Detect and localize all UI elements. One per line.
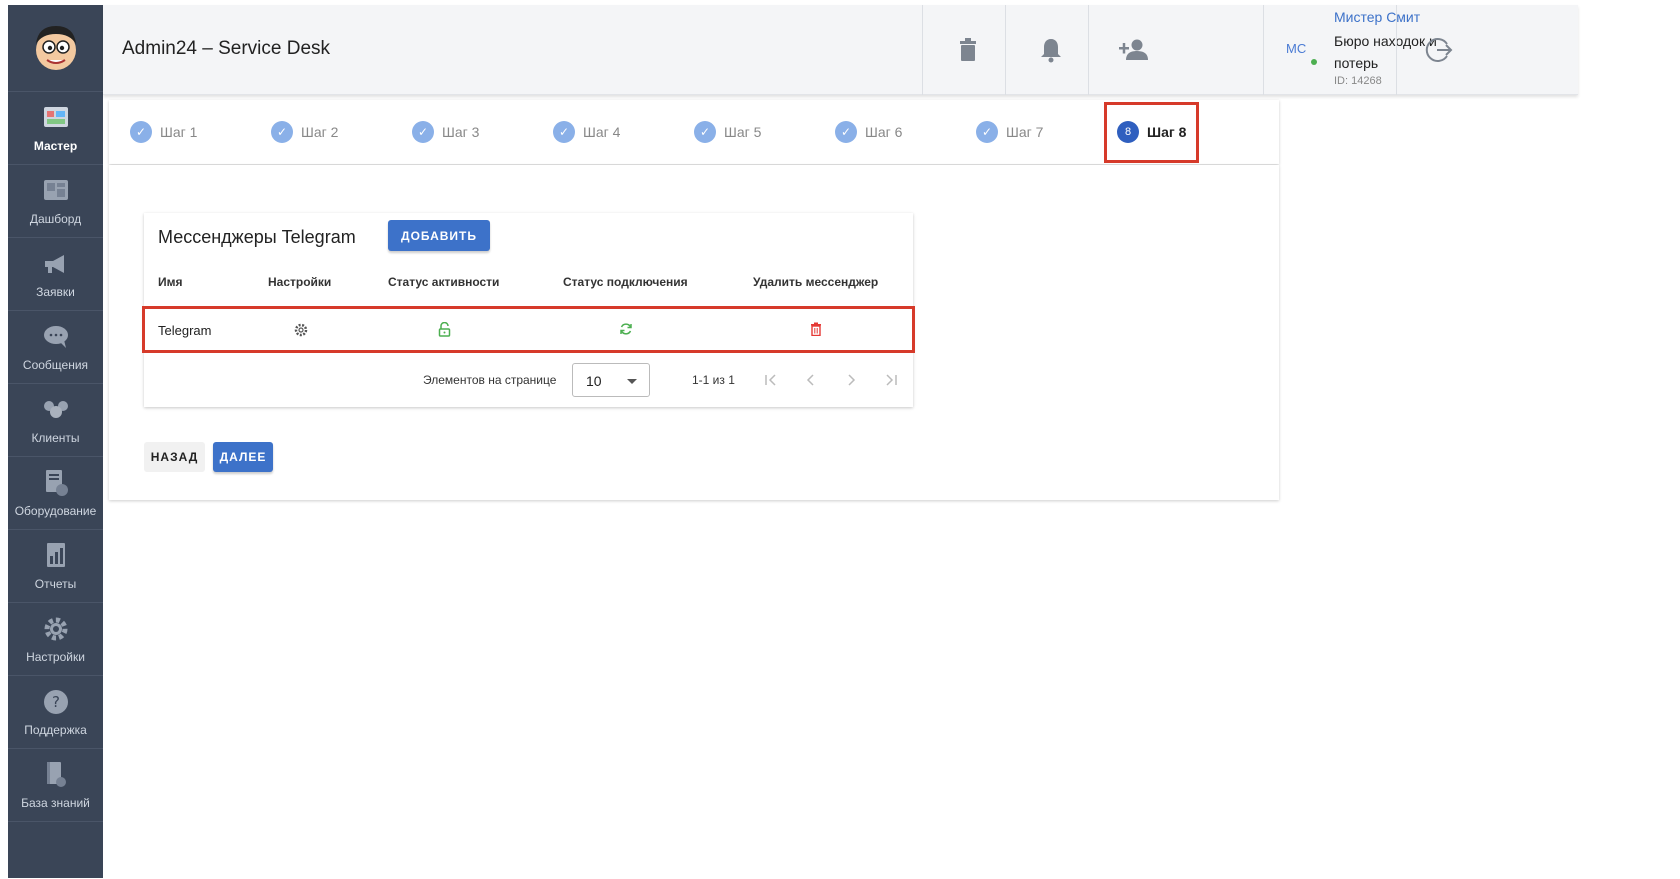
- step-1[interactable]: ✓ Шаг 1: [130, 100, 197, 164]
- sidebar-item-label: Мастер: [33, 139, 78, 153]
- sidebar-item-label: Настройки: [26, 650, 85, 664]
- per-page-value: 10: [586, 373, 602, 389]
- first-page-button[interactable]: [761, 370, 781, 390]
- logout-button[interactable]: [1396, 5, 1481, 95]
- sidebar: Мастер Дашборд Заявки Сообщения Клиенты: [8, 5, 103, 878]
- wizard-icon: [41, 103, 71, 133]
- check-icon: ✓: [130, 121, 152, 143]
- next-page-button[interactable]: [841, 370, 861, 390]
- bell-icon: [1040, 39, 1061, 63]
- sidebar-item-messages[interactable]: Сообщения: [8, 311, 103, 384]
- chevron-left-icon: [806, 374, 814, 386]
- check-icon: ✓: [412, 121, 434, 143]
- sidebar-item-label: Оборудование: [14, 504, 97, 518]
- sidebar-item-clients[interactable]: Клиенты: [8, 384, 103, 457]
- help-icon: ?: [41, 687, 71, 717]
- sidebar-item-support[interactable]: ? Поддержка: [8, 676, 103, 749]
- per-page-label: Элементов на странице: [423, 373, 557, 387]
- knowledge-base-icon: [41, 760, 71, 790]
- card-title: Мессенджеры Telegram: [158, 227, 356, 247]
- last-page-icon: [886, 374, 897, 386]
- sidebar-item-label: Клиенты: [31, 431, 80, 445]
- step-label: Шаг 6: [865, 124, 903, 140]
- top-header: Admin24 – Service Desk MC Мистер Смит Бю…: [103, 5, 1578, 95]
- dashboard-icon: [41, 176, 71, 206]
- add-person-icon: [1118, 39, 1148, 60]
- current-step-highlight: [1104, 102, 1199, 163]
- clients-icon: [41, 395, 71, 425]
- app-title: Admin24 – Service Desk: [122, 38, 331, 59]
- step-label: Шаг 3: [442, 124, 480, 140]
- equipment-icon: [41, 468, 71, 498]
- sidebar-item-label: Сообщения: [22, 358, 89, 372]
- check-icon: ✓: [976, 121, 998, 143]
- column-header-activity: Статус активности: [388, 275, 500, 289]
- mascot-logo-icon: [35, 26, 76, 70]
- online-indicator: [1311, 59, 1317, 65]
- sidebar-item-label: Поддержка: [24, 723, 87, 737]
- chat-icon: [41, 322, 71, 352]
- column-header-delete: Удалить мессенджер: [753, 275, 879, 289]
- previous-page-button[interactable]: [801, 370, 821, 390]
- add-user-button[interactable]: [1088, 5, 1178, 95]
- next-button[interactable]: ДАЛЕЕ: [213, 442, 273, 472]
- chevron-right-icon: [848, 374, 856, 386]
- logout-icon: [1425, 38, 1453, 62]
- step-3[interactable]: ✓ Шаг 3: [412, 100, 479, 164]
- step-label: Шаг 7: [1006, 124, 1044, 140]
- report-icon: [41, 541, 71, 571]
- sidebar-item-label: Отчеты: [34, 577, 77, 591]
- chevron-down-icon: [627, 379, 637, 384]
- step-label: Шаг 5: [724, 124, 762, 140]
- back-button[interactable]: НАЗАД: [144, 442, 205, 472]
- step-label: Шаг 4: [583, 124, 621, 140]
- trash-icon: [959, 38, 976, 61]
- step-label: Шаг 2: [301, 124, 339, 140]
- last-page-button[interactable]: [881, 370, 901, 390]
- step-6[interactable]: ✓ Шаг 6: [835, 100, 902, 164]
- sidebar-item-equipment[interactable]: Оборудование: [8, 457, 103, 530]
- per-page-select[interactable]: 10: [572, 363, 650, 397]
- column-header-name: Имя: [158, 275, 183, 289]
- sidebar-item-knowledge-base[interactable]: База знаний: [8, 749, 103, 822]
- column-header-connection: Статус подключения: [563, 275, 688, 289]
- avatar: MC: [1286, 41, 1307, 56]
- sidebar-item-reports[interactable]: Отчеты: [8, 530, 103, 603]
- sidebar-item-label: Дашборд: [29, 212, 82, 226]
- logo[interactable]: [8, 5, 103, 92]
- trash-button[interactable]: [922, 5, 1012, 95]
- step-5[interactable]: ✓ Шаг 5: [694, 100, 761, 164]
- pagination-range: 1-1 из 1: [692, 373, 735, 387]
- sidebar-item-label: База знаний: [21, 796, 90, 810]
- column-header-settings: Настройки: [268, 275, 332, 289]
- gear-icon: [41, 614, 71, 644]
- sidebar-item-dashboard[interactable]: Дашборд: [8, 165, 103, 238]
- row-highlight: [142, 306, 915, 353]
- sidebar-item-settings[interactable]: Настройки: [8, 603, 103, 676]
- megaphone-icon: [41, 249, 71, 279]
- user-id: ID: 14268: [1334, 75, 1382, 87]
- first-page-icon: [765, 374, 776, 386]
- step-4[interactable]: ✓ Шаг 4: [553, 100, 620, 164]
- step-label: Шаг 1: [160, 124, 198, 140]
- check-icon: ✓: [271, 121, 293, 143]
- check-icon: ✓: [553, 121, 575, 143]
- svg-text:?: ?: [52, 693, 60, 711]
- sidebar-item-requests[interactable]: Заявки: [8, 238, 103, 311]
- step-7[interactable]: ✓ Шаг 7: [976, 100, 1043, 164]
- sidebar-item-wizard[interactable]: Мастер: [8, 92, 103, 165]
- step-2[interactable]: ✓ Шаг 2: [271, 100, 338, 164]
- check-icon: ✓: [694, 121, 716, 143]
- sidebar-item-label: Заявки: [36, 285, 75, 299]
- notifications-button[interactable]: [1005, 5, 1095, 95]
- check-icon: ✓: [835, 121, 857, 143]
- add-messenger-button[interactable]: ДОБАВИТЬ: [388, 220, 490, 251]
